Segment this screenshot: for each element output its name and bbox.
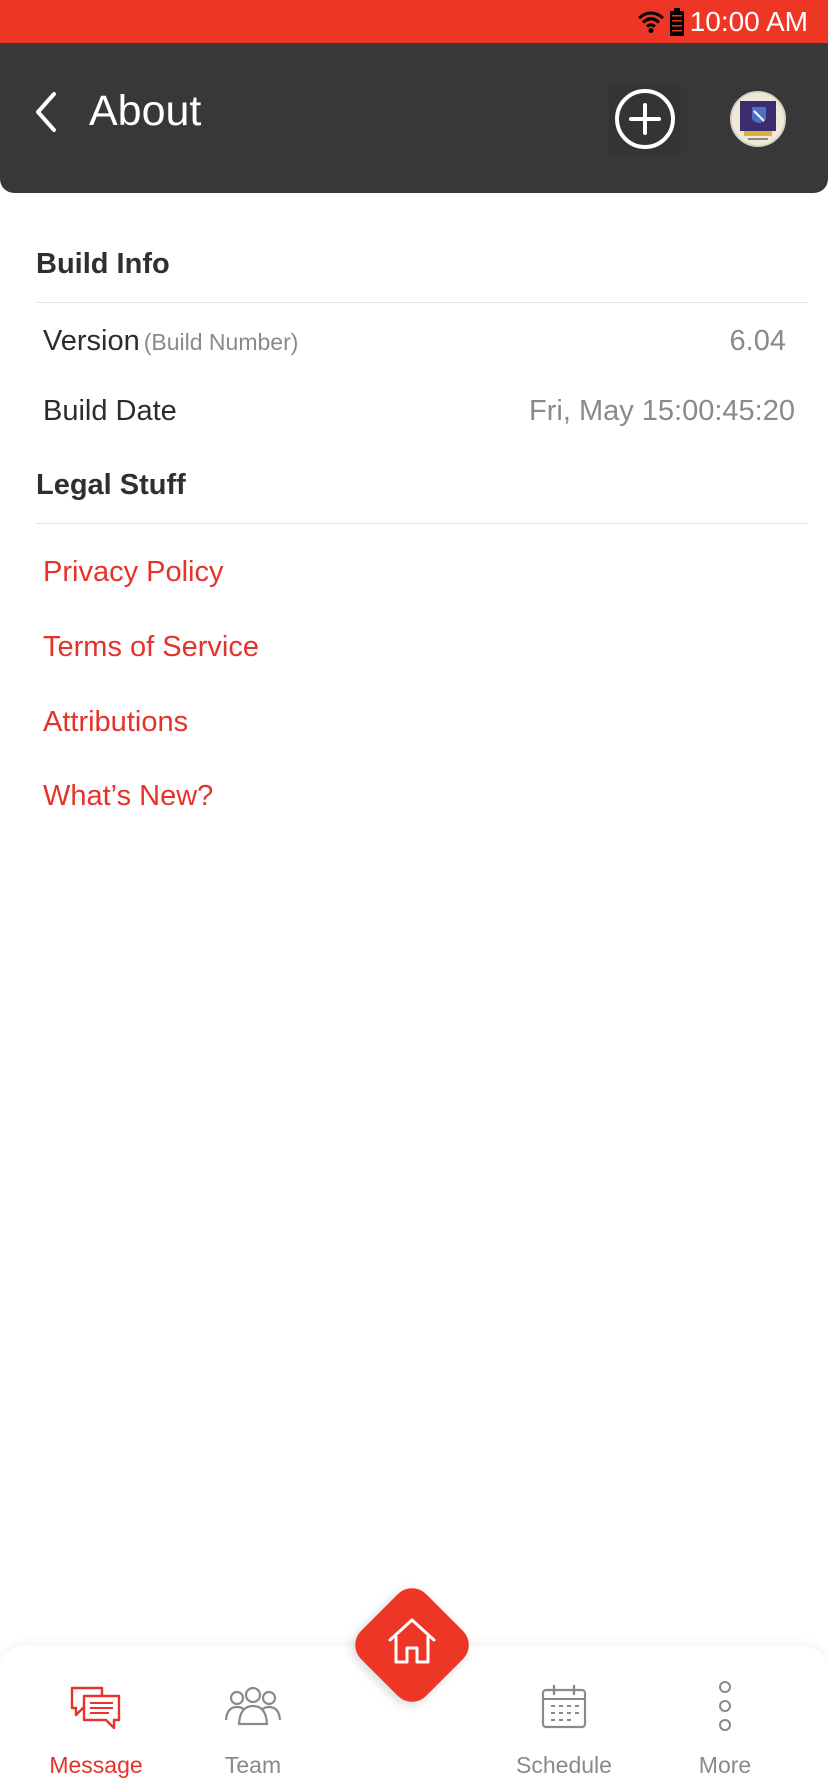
version-row-label: Version (Build Number) [43,325,298,358]
back-button[interactable] [30,89,70,135]
terms-of-service-link[interactable]: Terms of Service [43,631,259,664]
about-screen: 10:00 AM About Build Info Version (Build… [0,0,828,1792]
version-value: 6.04 [729,325,786,357]
calendar-icon [541,1684,587,1729]
status-time: 10:00 AM [689,5,808,37]
chevron-left-icon [36,92,56,132]
add-button[interactable] [609,83,681,155]
team-icon [224,1686,282,1726]
nav-more[interactable]: More [655,1646,795,1792]
legal-stuff-title: Legal Stuff [36,469,186,501]
team-logo-icon [732,93,784,145]
wifi-icon [637,11,664,33]
plus-circle-icon [615,89,675,149]
nav-more-label: More [698,1752,752,1778]
message-icon [70,1686,121,1730]
divider [36,302,808,303]
build-number-label: (Build Number) [143,329,299,355]
more-icon [719,1681,731,1731]
version-label: Version [43,325,140,357]
nav-message-label: Message [49,1752,143,1778]
divider [36,523,808,524]
battery-icon [669,7,684,36]
nav-schedule-label: Schedule [516,1752,612,1778]
nav-schedule[interactable]: Schedule [494,1646,634,1792]
app-header: About [0,43,828,193]
page-title: About [89,87,202,135]
whats-new-link[interactable]: What’s New? [43,780,213,813]
build-date-label: Build Date [43,395,177,427]
avatar[interactable] [730,91,786,147]
build-info-title: Build Info [36,248,170,280]
nav-team[interactable]: Team [183,1646,323,1792]
build-date-value: Fri, May 15:00:45:20 [529,395,795,427]
nav-message[interactable]: Message [26,1646,166,1792]
nav-team-label: Team [224,1752,282,1778]
status-bar: 10:00 AM [0,0,828,43]
privacy-policy-link[interactable]: Privacy Policy [43,556,224,589]
attributions-link[interactable]: Attributions [43,706,188,739]
status-icons: 10:00 AM [637,0,808,43]
